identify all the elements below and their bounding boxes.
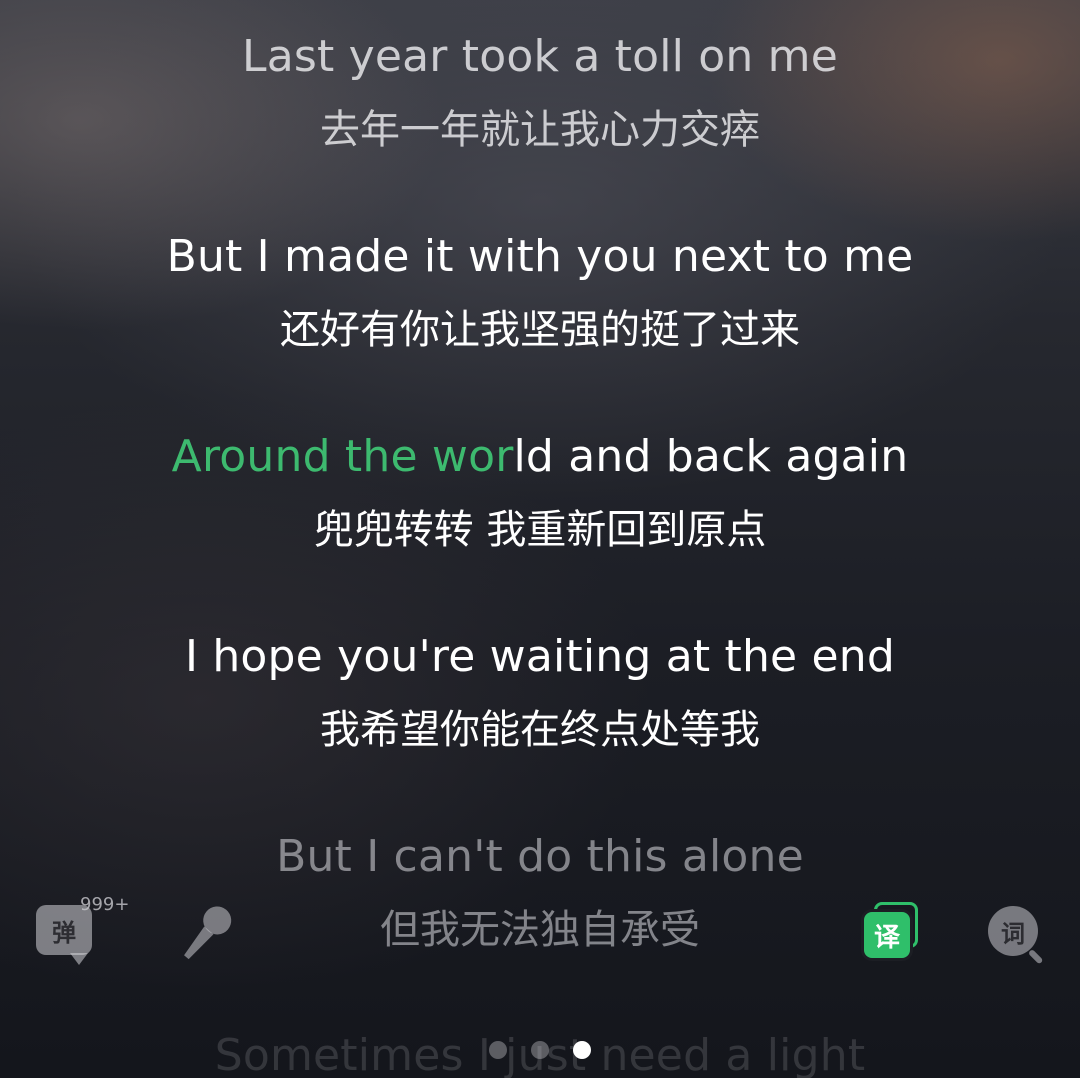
lyrics-screen: Last year took a toll on me 去年一年就让我心力交瘁 … <box>0 0 1080 1078</box>
page-dot[interactable] <box>489 1041 507 1059</box>
lyrics-search-icon: 词 <box>988 906 1038 956</box>
translate-label: 译 <box>873 922 900 953</box>
danmu-bubble-tail <box>70 953 88 965</box>
lyric-line-zh: 还好有你让我坚强的挺了过来 <box>280 307 800 353</box>
microphone-icon <box>184 906 232 960</box>
lyric-line-zh: 我希望你能在终点处等我 <box>320 707 760 753</box>
lyrics-search-label: 词 <box>1001 919 1025 948</box>
current-lyric-line-en: Around the world and back again <box>0 429 1080 485</box>
lyric-line-en: I hope you're waiting at the end <box>184 631 895 682</box>
lyric-line-en: Last year took a toll on me <box>241 31 839 82</box>
translate-icon: 译 <box>864 912 910 958</box>
lyric-line-zh: 去年一年就让我心力交瘁 <box>320 107 760 153</box>
page-indicator[interactable] <box>0 1040 1080 1060</box>
lyric-line-en: But I can't do this alone <box>276 831 804 882</box>
current-lyric-line-zh: 兜兜转转 我重新回到原点 <box>313 507 767 553</box>
unsung-portion: ld and back again <box>513 431 909 482</box>
danmu-label: 弹 <box>52 918 76 947</box>
karaoke-button[interactable] <box>170 900 240 970</box>
lyrics-search-button[interactable]: 词 <box>986 904 1048 966</box>
page-dot[interactable] <box>531 1041 549 1059</box>
page-dot-active[interactable] <box>573 1041 591 1059</box>
lyric-line-en: But I made it with you next to me <box>166 231 914 282</box>
magnifier-handle <box>1027 948 1044 965</box>
translate-button[interactable]: 译 <box>862 900 924 964</box>
sung-portion: Around the wor <box>171 431 514 482</box>
danmu-count-badge: 999+ <box>80 894 130 915</box>
